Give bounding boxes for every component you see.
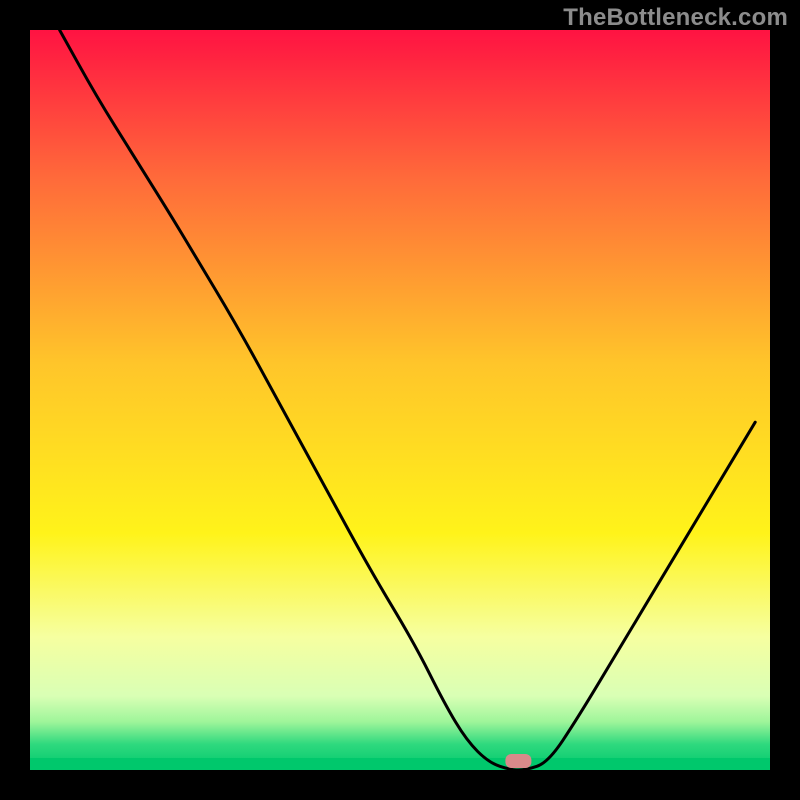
- plot-bottom-strip: [30, 758, 770, 770]
- chart-svg: [0, 0, 800, 800]
- plot-background: [30, 30, 770, 770]
- optimum-marker: [505, 754, 531, 768]
- chart-stage: TheBottleneck.com: [0, 0, 800, 800]
